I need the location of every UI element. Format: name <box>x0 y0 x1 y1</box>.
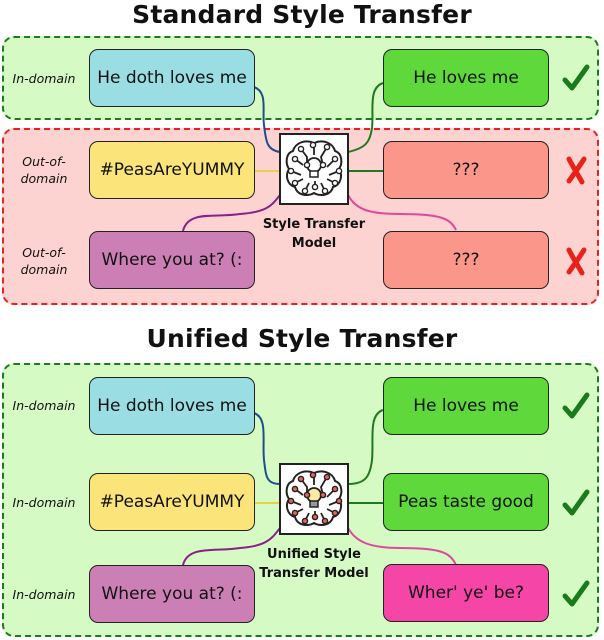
std-output-box-1: He loves me <box>383 49 549 107</box>
uni-input-box-3: Where you at? (: <box>89 565 255 623</box>
unified-style-transfer-model-icon <box>279 463 349 535</box>
domain-label-uni-1: In-domain <box>12 398 76 413</box>
std-output-box-2: ??? <box>383 141 549 199</box>
wire-std-in-1 <box>253 86 281 153</box>
std-output-box-3: ??? <box>383 231 549 289</box>
uni-output-box-2: Peas taste good <box>383 473 549 531</box>
style-transfer-model-label: Style Transfer Model <box>262 217 366 251</box>
check-icon <box>562 579 590 609</box>
unified-model-label: Unified Style Transfer Model <box>259 547 369 581</box>
wire-std-out-1 <box>347 82 384 153</box>
domain-label-std-2: Out-of-domain <box>20 154 68 186</box>
uni-input-box-1: He doth loves me <box>89 377 255 435</box>
cross-icon <box>562 246 590 276</box>
domain-label-uni-2: In-domain <box>12 495 76 510</box>
wire-uni-in-1 <box>253 412 281 485</box>
uni-input-box-2: #PeasAreYUMMY <box>89 473 255 531</box>
style-transfer-model-icon <box>279 133 349 205</box>
wire-uni-out-1 <box>347 409 384 485</box>
std-input-box-1: He doth loves me <box>89 49 255 107</box>
uni-output-box-3: Wher' ye' be? <box>383 564 549 622</box>
check-icon <box>562 63 590 93</box>
cross-icon <box>562 155 590 185</box>
std-input-box-3: Where you at? (: <box>89 231 255 289</box>
std-input-box-2: #PeasAreYUMMY <box>89 141 255 199</box>
check-icon <box>562 488 590 518</box>
check-icon <box>562 391 590 421</box>
domain-label-std-1: In-domain <box>12 71 76 86</box>
uni-output-box-1: He loves me <box>383 377 549 435</box>
domain-label-std-3: Out-of-domain <box>20 245 68 277</box>
domain-label-uni-3: In-domain <box>12 587 76 602</box>
